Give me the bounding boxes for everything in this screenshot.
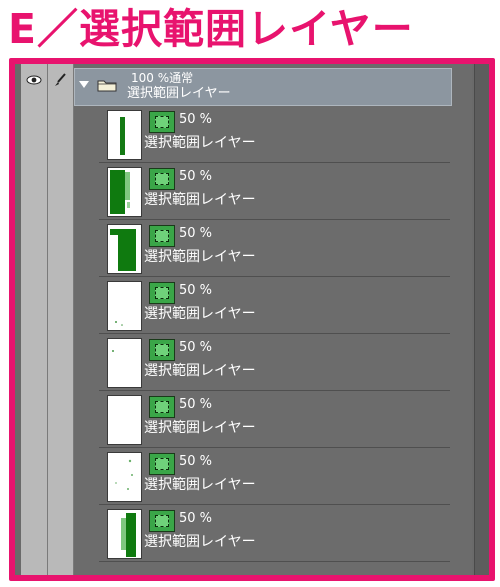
layer-name: 選択範囲レイヤー xyxy=(144,420,256,436)
expand-arrow-icon[interactable] xyxy=(79,81,89,88)
selection-marquee-icon xyxy=(155,458,169,470)
layer-thumbnail xyxy=(107,338,142,388)
eye-icon[interactable] xyxy=(26,75,42,85)
brush-icon[interactable] xyxy=(53,72,67,88)
layer-panel-frame: 100 %通常 選択範囲レイヤー 50 % 選択範囲レイヤー 50 % 選択範囲レイヤ… xyxy=(9,58,495,581)
selection-layer-icon xyxy=(149,453,175,475)
layer-row[interactable]: 50 % 選択範囲レイヤー xyxy=(99,335,450,391)
layer-name: 選択範囲レイヤー xyxy=(144,249,256,265)
layer-name: 選択範囲レイヤー xyxy=(144,363,256,379)
selection-marquee-icon xyxy=(155,173,169,185)
layer-thumbnail xyxy=(107,224,142,274)
selection-marquee-icon xyxy=(155,230,169,242)
layer-name: 選択範囲レイヤー xyxy=(144,477,256,493)
layer-thumbnail xyxy=(107,509,142,559)
layer-row[interactable]: 50 % 選択範囲レイヤー xyxy=(99,164,450,220)
layer-name: 選択範囲レイヤー xyxy=(144,135,256,151)
selection-layer-icon xyxy=(149,111,175,133)
selection-marquee-icon xyxy=(155,344,169,356)
layer-thumbnail xyxy=(107,395,142,445)
layer-opacity: 50 % xyxy=(179,169,213,184)
layer-row[interactable]: 50 % 選択範囲レイヤー xyxy=(99,392,450,448)
selection-marquee-icon xyxy=(155,401,169,413)
folder-opacity-mode: 100 %通常 xyxy=(131,71,194,85)
selection-layer-icon xyxy=(149,339,175,361)
selection-layer-icon xyxy=(149,396,175,418)
layer-opacity: 50 % xyxy=(179,226,213,241)
selection-marquee-icon xyxy=(155,287,169,299)
layer-row[interactable]: 50 % 選択範囲レイヤー xyxy=(99,107,450,163)
layer-opacity: 50 % xyxy=(179,340,213,355)
layer-row[interactable]: 50 % 選択範囲レイヤー xyxy=(99,449,450,505)
layer-thumbnail xyxy=(107,452,142,502)
layer-thumbnail xyxy=(107,281,142,331)
selection-layer-icon xyxy=(149,510,175,532)
selection-marquee-icon xyxy=(155,116,169,128)
layer-opacity: 50 % xyxy=(179,397,213,412)
layer-opacity: 50 % xyxy=(179,112,213,127)
visibility-column[interactable] xyxy=(21,64,48,575)
layer-row[interactable]: 50 % 選択範囲レイヤー xyxy=(99,506,450,562)
folder-layer-row[interactable]: 100 %通常 選択範囲レイヤー xyxy=(74,68,452,106)
layer-name: 選択範囲レイヤー xyxy=(144,534,256,550)
selection-layer-icon xyxy=(149,282,175,304)
selection-layer-icon xyxy=(149,168,175,190)
scrollbar[interactable] xyxy=(474,64,489,575)
layer-thumbnail xyxy=(107,167,142,217)
layer-row[interactable]: 50 % 選択範囲レイヤー xyxy=(99,221,450,277)
layer-opacity: 50 % xyxy=(179,454,213,469)
folder-name: 選択範囲レイヤー xyxy=(127,86,231,101)
page-title: E／選択範囲レイヤー xyxy=(8,5,414,53)
layer-name: 選択範囲レイヤー xyxy=(144,192,256,208)
lock-column[interactable] xyxy=(48,64,74,575)
folder-icon xyxy=(97,80,117,92)
layer-opacity: 50 % xyxy=(179,511,213,526)
layer-thumbnail xyxy=(107,110,142,160)
layer-name: 選択範囲レイヤー xyxy=(144,306,256,322)
selection-layer-icon xyxy=(149,225,175,247)
layer-opacity: 50 % xyxy=(179,283,213,298)
selection-marquee-icon xyxy=(155,515,169,527)
layer-row[interactable]: 50 % 選択範囲レイヤー xyxy=(99,278,450,334)
